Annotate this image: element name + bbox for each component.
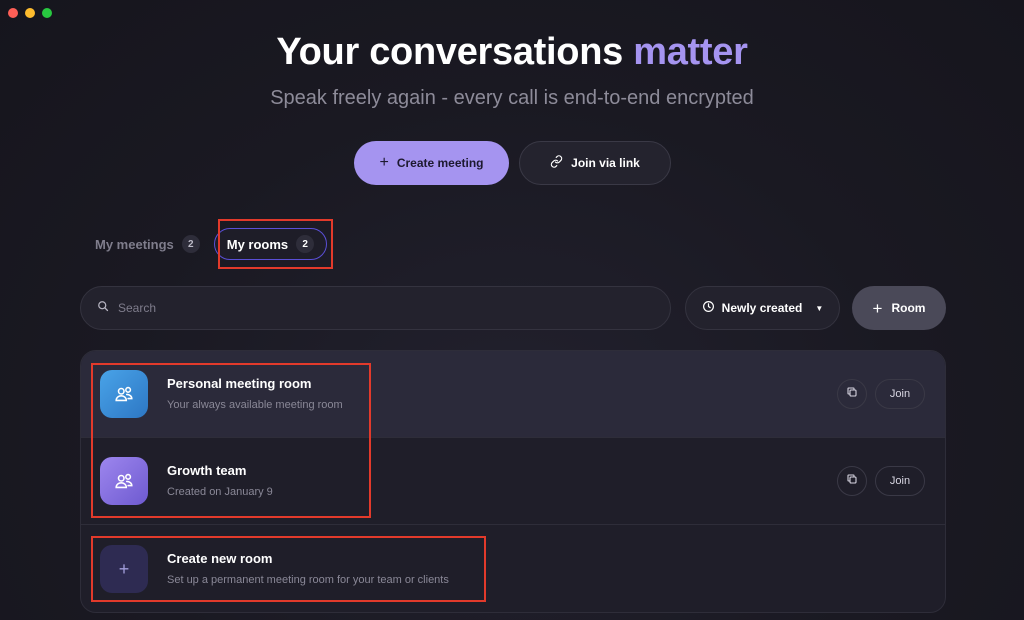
room-row-personal[interactable]: Personal meeting room Your always availa… xyxy=(81,351,945,438)
search-input[interactable] xyxy=(118,301,638,315)
people-icon xyxy=(100,457,148,505)
title-main: Your conversations xyxy=(276,31,623,73)
room-description: Created on January 9 xyxy=(167,486,273,498)
close-window-button[interactable] xyxy=(8,8,18,18)
primary-actions: + Create meeting Join via link xyxy=(354,141,671,185)
copy-icon xyxy=(846,385,858,403)
plus-icon: + xyxy=(872,298,883,318)
link-icon xyxy=(550,155,563,171)
room-actions: Join xyxy=(837,466,925,496)
room-name: Growth team xyxy=(167,463,247,478)
caret-down-icon: ▼ xyxy=(815,303,824,313)
rooms-list: Personal meeting room Your always availa… xyxy=(80,350,946,613)
tab-my-meetings[interactable]: My meetings 2 xyxy=(95,228,200,260)
copy-icon xyxy=(846,472,858,490)
maximize-window-button[interactable] xyxy=(42,8,52,18)
plus-icon: + xyxy=(379,154,389,171)
count-badge: 2 xyxy=(296,235,315,253)
room-description: Your always available meeting room xyxy=(167,399,343,411)
room-name: Personal meeting room xyxy=(167,376,312,391)
create-room-description: Set up a permanent meeting room for your… xyxy=(167,574,449,586)
title-accent: matter xyxy=(633,31,748,73)
sort-dropdown[interactable]: Newly created ▼ xyxy=(685,286,840,330)
copy-link-button[interactable] xyxy=(837,379,867,409)
sort-selected-value: Newly created xyxy=(721,301,803,315)
tab-label: My meetings xyxy=(95,236,174,252)
join-via-link-button[interactable]: Join via link xyxy=(519,141,671,185)
plus-icon: + xyxy=(100,545,148,593)
people-icon xyxy=(100,370,148,418)
room-info: Growth team Created on January 9 xyxy=(167,463,273,499)
create-room-row[interactable]: + Create new room Set up a permanent mee… xyxy=(81,525,945,612)
add-room-button[interactable]: + Room xyxy=(852,286,946,330)
add-room-label: Room xyxy=(891,301,926,315)
join-via-link-label: Join via link xyxy=(571,156,640,170)
room-info: Create new room Set up a permanent meeti… xyxy=(167,551,449,587)
page-title: Your conversations matter xyxy=(0,30,1024,74)
tab-label: My rooms xyxy=(226,236,289,252)
count-badge: 2 xyxy=(181,235,200,253)
copy-link-button[interactable] xyxy=(837,466,867,496)
tab-bar: My meetings 2 My rooms 2 xyxy=(95,228,328,260)
room-actions: Join xyxy=(837,379,925,409)
window-controls xyxy=(8,8,52,18)
search-icon xyxy=(97,299,109,317)
search-field[interactable] xyxy=(80,286,671,330)
join-room-button[interactable]: Join xyxy=(875,466,925,496)
create-room-title: Create new room xyxy=(167,551,273,566)
minimize-window-button[interactable] xyxy=(25,8,35,18)
tab-my-rooms[interactable]: My rooms 2 xyxy=(213,228,328,260)
room-info: Personal meeting room Your always availa… xyxy=(167,376,343,412)
room-row-growth-team[interactable]: Growth team Created on January 9 Join xyxy=(81,438,945,525)
page-subtitle: Speak freely again - every call is end-t… xyxy=(270,87,754,109)
create-meeting-label: Create meeting xyxy=(396,156,484,170)
join-room-button[interactable]: Join xyxy=(875,379,925,409)
clock-icon xyxy=(702,300,715,316)
create-meeting-button[interactable]: + Create meeting xyxy=(354,141,509,185)
